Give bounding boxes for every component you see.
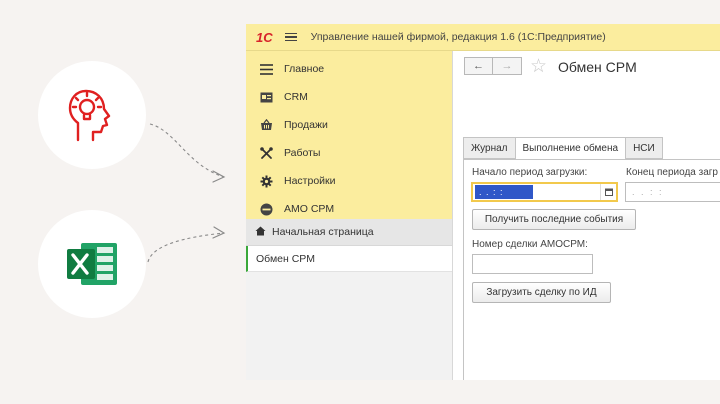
section-label: Главное [284,63,325,75]
calendar-icon[interactable] [600,184,616,200]
get-latest-events-button[interactable]: Получить последние события [472,209,636,230]
navigation-buttons: ← → [464,57,522,75]
section-label: Работы [284,147,321,159]
tab-exchange[interactable]: Выполнение обмена [514,137,627,160]
arrow-left-icon: ← [473,60,484,72]
section-crm[interactable]: CRM [246,83,452,111]
form-title: Обмен CPM [558,59,637,75]
menu-lines-icon [259,62,273,76]
app-window: 1С Управление нашей фирмой, редакция 1.6… [246,24,720,380]
start-period-value: . . : : [475,185,533,199]
section-panel: Главное CRM Продажи Работы Настройки AMO… [246,51,452,219]
section-label: CRM [284,91,308,103]
back-button[interactable]: ← [464,57,493,75]
arrow-right-icon: → [501,60,513,72]
start-period-field[interactable]: . . : : [471,182,618,202]
section-settings[interactable]: Настройки [246,167,452,195]
contact-card-icon [259,90,273,104]
tab-reference-data[interactable]: НСИ [625,137,663,159]
amo-badge-icon [259,202,273,216]
section-label: Продажи [284,119,328,131]
gear-icon [259,174,273,188]
main-menu-icon[interactable] [284,31,297,44]
section-main[interactable]: Главное [246,55,452,83]
shop-basket-icon [259,118,273,132]
start-period-label: Начало период загрузки: [472,167,588,178]
tab-panel: Начало период загрузки: . . : : Конец пе… [463,159,720,380]
form-tabs: Журнал Выполнение обмена НСИ [463,137,663,160]
open-form-label: Обмен CPM [256,252,316,265]
tab-label: Журнал [471,142,508,154]
tab-label: Выполнение обмена [522,143,619,154]
tab-label: НСИ [633,142,655,154]
section-works[interactable]: Работы [246,139,452,167]
home-icon [255,226,266,239]
load-deal-by-id-button[interactable]: Загрузить сделку по ИД [472,282,611,303]
favorite-star-icon[interactable]: ☆ [530,55,547,78]
window-title: Управление нашей фирмой, редакция 1.6 (1… [310,31,606,43]
end-period-value: . . : : [632,187,664,197]
section-sales[interactable]: Продажи [246,111,452,139]
end-period-label: Конец периода загр [626,167,718,178]
tools-icon [259,146,273,160]
forward-button[interactable]: → [493,57,522,75]
section-label: Настройки [284,175,336,187]
deal-number-label: Номер сделки АМОСРМ: [472,239,588,250]
home-page-label: Начальная страница [272,226,374,238]
tab-journal[interactable]: Журнал [463,137,516,159]
deal-number-input[interactable] [472,254,593,274]
connector-arrows [147,123,226,263]
end-period-field[interactable]: . . : : [625,182,720,202]
home-page-link[interactable]: Начальная страница [246,219,452,246]
1c-logo: 1С [256,29,273,45]
open-form-tab[interactable]: Обмен CPM [246,246,452,272]
sidebar: Главное CRM Продажи Работы Настройки AMO… [246,51,453,380]
section-label: AMO CPM [284,203,335,215]
title-bar: 1С Управление нашей фирмой, редакция 1.6… [246,24,720,51]
form-area: ← → ☆ Обмен CPM Журнал Выполнение обмена… [454,51,720,380]
